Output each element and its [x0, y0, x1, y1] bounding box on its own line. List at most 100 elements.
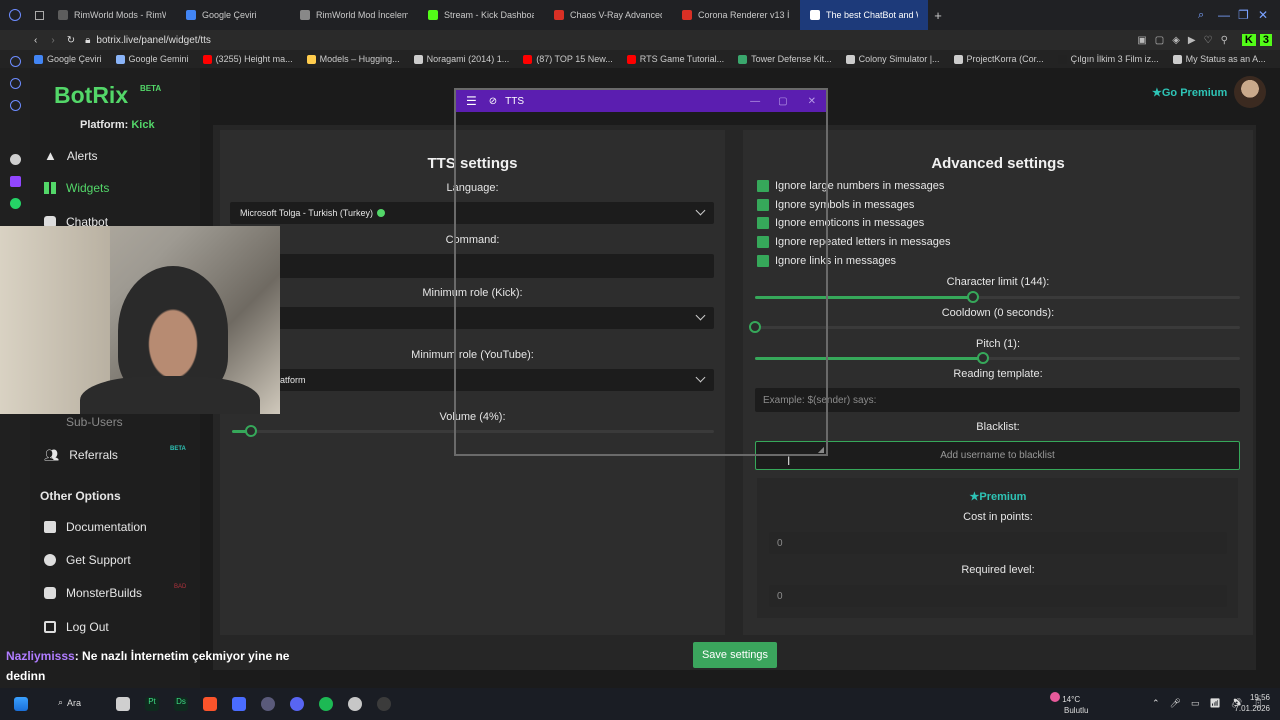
- tab-label: Corona Renderer v13 İndir: [698, 10, 790, 20]
- sidebar-item-subusers[interactable]: Sub-Users: [44, 415, 123, 429]
- taskbar-search[interactable]: ⌕ Ara: [58, 697, 81, 708]
- bookmark-item[interactable]: (87) TOP 15 New...: [523, 54, 613, 64]
- premium-label: ★Premium: [969, 491, 1027, 503]
- sidebar-item-label: Log Out: [66, 620, 109, 634]
- bookmark-item[interactable]: RTS Game Tutorial...: [626, 54, 724, 64]
- sidebar-item-support[interactable]: Get Support: [44, 553, 131, 567]
- browser-tab[interactable]: Corona Renderer v13 İndir: [672, 0, 800, 30]
- tab-label: RimWorld Mods - RimWorld: [74, 10, 166, 20]
- document-icon: [44, 521, 56, 533]
- sidebar-item-referrals[interactable]: 👥︎ Referrals: [44, 448, 118, 462]
- role-youtube-value: atform: [280, 375, 306, 385]
- bookmarks-bar: Google Çeviri Google Gemini (3255) Height …: [0, 50, 1280, 68]
- chat-username: Nazliymisss: [6, 649, 75, 663]
- hamburger-icon[interactable]: ☰: [466, 94, 477, 108]
- browser-tab[interactable]: Stream - Kick Dashboard: [418, 0, 544, 30]
- url-input[interactable]: botrix.live/panel/widget/tts: [96, 35, 211, 46]
- discord-icon[interactable]: [290, 697, 304, 711]
- profile-icon[interactable]: 3: [1259, 34, 1272, 46]
- app-icon[interactable]: [261, 697, 275, 711]
- bookmark-label: ProjectKorra (Cor...: [966, 54, 1044, 64]
- monster-icon: [44, 587, 56, 599]
- weather-widget[interactable]: 14°C Bulutlu: [1050, 692, 1088, 716]
- sidebar-item-logout[interactable]: Log Out: [44, 620, 109, 634]
- browser-menu-icon[interactable]: [0, 0, 30, 30]
- sidebar-item-label: Sub-Users: [66, 415, 123, 429]
- bookmark-item[interactable]: Tower Defense Kit...: [738, 54, 832, 64]
- botrix-logo[interactable]: BotRix BETA: [54, 82, 161, 109]
- browser-tab[interactable]: The best ChatBot and Wid: [800, 0, 928, 30]
- sidebar-item-alerts[interactable]: ▲ Alerts: [44, 148, 98, 163]
- minimize-icon[interactable]: —: [1218, 8, 1238, 22]
- star-icon: ★: [1152, 87, 1162, 99]
- bookmark-item[interactable]: Google Çeviri: [34, 54, 102, 64]
- side-nav-icon[interactable]: [10, 56, 21, 67]
- browser-tab[interactable]: Google Çeviri: [176, 0, 290, 30]
- brave-icon[interactable]: [203, 697, 217, 711]
- slider-handle[interactable]: [976, 352, 989, 364]
- cost-input[interactable]: 0: [769, 532, 1227, 554]
- bookmark-label: Google Gemini: [128, 54, 189, 64]
- weather-icon: [1050, 692, 1060, 702]
- side-nav-icon[interactable]: [10, 100, 21, 111]
- bookmark-item[interactable]: Google Gemini: [115, 54, 189, 64]
- bookmark-label: Models – Hugging...: [319, 54, 400, 64]
- chatgpt-icon[interactable]: [10, 154, 21, 165]
- tts-window-titlebar[interactable]: ☰ ⊘ TTS — ▢ ✕: [456, 90, 826, 112]
- extensions-icons[interactable]: ▣▢◈▶♡⚲: [1137, 35, 1236, 46]
- spotify-icon[interactable]: [319, 697, 333, 711]
- windows-start-icon[interactable]: [14, 697, 28, 711]
- bookmark-favicon-icon: [953, 54, 963, 64]
- text-cursor-icon: I: [787, 454, 791, 468]
- file-explorer-icon[interactable]: [116, 697, 130, 711]
- forward-icon[interactable]: ›: [51, 35, 54, 46]
- photoshop-icon[interactable]: Pt: [145, 697, 159, 711]
- bookmark-favicon-icon: [115, 54, 125, 64]
- clock[interactable]: 19:56 7.01.2026: [1226, 692, 1270, 714]
- sidebar-item-label: Documentation: [66, 520, 147, 534]
- bookmark-label: Google Çeviri: [47, 54, 102, 64]
- save-settings-button[interactable]: Save settings: [693, 642, 777, 668]
- reload-icon[interactable]: ↻: [67, 35, 75, 46]
- sidebar-item-label: Get Support: [66, 553, 131, 567]
- twitch-icon[interactable]: [10, 176, 21, 187]
- bookmark-item[interactable]: Colony Simulator |...: [845, 54, 940, 64]
- browser-tab[interactable]: Chaos V-Ray Advanced Fe: [544, 0, 672, 30]
- close-icon[interactable]: ✕: [808, 96, 816, 107]
- tab-favicon-icon: [58, 10, 68, 20]
- whatsapp-icon[interactable]: [10, 198, 21, 209]
- bookmark-item[interactable]: (3255) Height ma...: [202, 54, 293, 64]
- maximize-icon[interactable]: ▢: [778, 96, 787, 107]
- side-nav-icon[interactable]: [10, 78, 21, 89]
- go-premium-link[interactable]: ★Go Premium: [1152, 86, 1227, 99]
- bookmark-item[interactable]: Çılgın İlkim 3 Film iz...: [1057, 54, 1159, 64]
- sidebar-item-widgets[interactable]: Widgets: [44, 181, 109, 195]
- active-app-icon[interactable]: [232, 697, 246, 711]
- minimize-icon[interactable]: —: [750, 96, 760, 107]
- level-input[interactable]: 0: [769, 585, 1227, 607]
- kick-logo-icon[interactable]: K: [1241, 34, 1256, 46]
- bookmark-item[interactable]: Models – Hugging...: [306, 54, 400, 64]
- design-icon[interactable]: Ds: [174, 697, 188, 711]
- browser-tab[interactable]: RimWorld Mod İncelemesi: [290, 0, 418, 30]
- bookmark-favicon-icon: [845, 54, 855, 64]
- tts-popup-window[interactable]: ☰ ⊘ TTS — ▢ ✕ ◢: [454, 88, 828, 456]
- tab-list-icon[interactable]: [30, 0, 48, 30]
- close-icon[interactable]: ✕: [1258, 8, 1280, 22]
- obs-icon[interactable]: [377, 697, 391, 711]
- resize-grip-icon[interactable]: ◢: [818, 445, 824, 454]
- search-tabs-icon[interactable]: ⌕: [1198, 9, 1218, 22]
- user-avatar[interactable]: [1234, 76, 1266, 108]
- bookmark-item[interactable]: Noragami (2014) 1...: [413, 54, 509, 64]
- bookmark-item[interactable]: My Status as an A...: [1172, 54, 1266, 64]
- back-icon[interactable]: ‹: [34, 35, 37, 46]
- bookmark-item[interactable]: ProjectKorra (Cor...: [953, 54, 1044, 64]
- new-tab-button[interactable]: +: [928, 8, 948, 23]
- sidebar-item-monsterbuilds[interactable]: MonsterBuilds: [44, 586, 142, 600]
- steam-icon[interactable]: [348, 697, 362, 711]
- tab-favicon-icon: [428, 10, 438, 20]
- restore-icon[interactable]: ❐: [1238, 8, 1258, 22]
- sidebar-item-documentation[interactable]: Documentation: [44, 520, 147, 534]
- browser-tab[interactable]: RimWorld Mods - RimWorld: [48, 0, 176, 30]
- logout-icon: [44, 621, 56, 633]
